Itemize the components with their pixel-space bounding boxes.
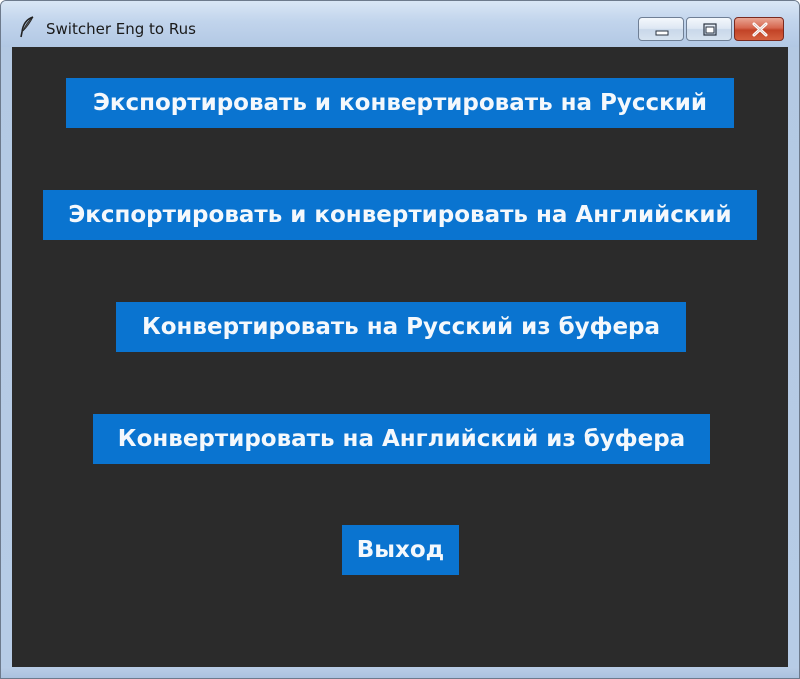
- convert-english-clipboard-button[interactable]: Конвертировать на Английский из буфера: [93, 414, 710, 464]
- feather-icon: [18, 16, 36, 38]
- title-bar[interactable]: Switcher Eng to Rus: [1, 1, 799, 47]
- maximize-button[interactable]: [686, 17, 732, 41]
- convert-russian-clipboard-button[interactable]: Конвертировать на Русский из буфера: [116, 302, 686, 352]
- minimize-icon: [655, 30, 669, 36]
- minimize-button[interactable]: [638, 17, 684, 41]
- window-bottom-frame: [1, 667, 799, 678]
- close-icon: [752, 22, 768, 37]
- exit-button[interactable]: Выход: [342, 525, 459, 575]
- export-convert-english-button[interactable]: Экспортировать и конвертировать на Англи…: [43, 190, 757, 240]
- export-convert-russian-button[interactable]: Экспортировать и конвертировать на Русск…: [66, 78, 734, 128]
- app-window: Switcher Eng to Rus Экспортировать и кон…: [0, 0, 800, 679]
- main-panel: Экспортировать и конвертировать на Русск…: [12, 47, 788, 667]
- close-button[interactable]: [734, 17, 784, 41]
- window-title: Switcher Eng to Rus: [46, 20, 196, 38]
- maximize-icon: [703, 23, 717, 36]
